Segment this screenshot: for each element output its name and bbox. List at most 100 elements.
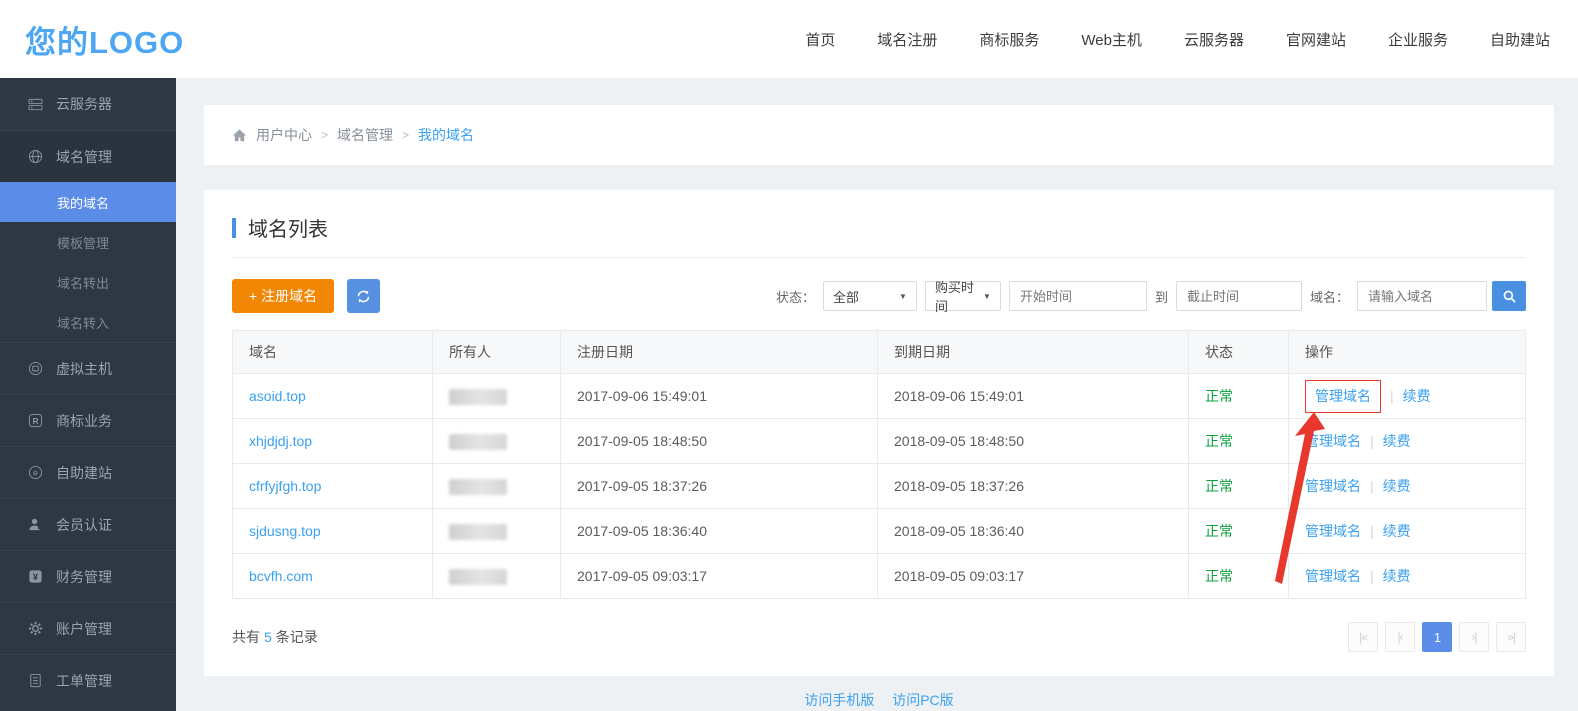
search-icon (1501, 288, 1517, 304)
status-badge: 正常 (1189, 554, 1289, 599)
gear-icon (27, 621, 43, 637)
status-filter-label: 状态： (776, 287, 815, 306)
register-date: 2017-09-06 15:49:01 (561, 374, 878, 419)
nav-self-build[interactable]: 自助建站 (1490, 29, 1550, 50)
domain-search-input[interactable] (1357, 281, 1487, 311)
top-header: 您的LOGO 首页 域名注册 商标服务 Web主机 云服务器 官网建站 企业服务… (0, 0, 1578, 78)
col-expire-date: 到期日期 (878, 331, 1189, 374)
breadcrumb-domain-management[interactable]: 域名管理 (337, 125, 393, 145)
owner-redacted (449, 434, 507, 450)
expire-date: 2018-09-05 18:37:26 (878, 464, 1189, 509)
manage-domain-link[interactable]: 管理域名 (1305, 568, 1361, 584)
status-badge: 正常 (1189, 374, 1289, 419)
renew-link[interactable]: 续费 (1383, 523, 1411, 539)
submenu-item-domain-transfer-out[interactable]: 域名转出 (0, 262, 176, 302)
sidebar-item-domain-management[interactable]: 域名管理 (0, 130, 176, 182)
sidebar-item-virtual-host[interactable]: 虚拟主机 (0, 342, 176, 394)
page-footer: 访问手机版 访问PC版 (204, 690, 1554, 710)
sidebar-item-finance-management[interactable]: ¥ 财务管理 (0, 550, 176, 602)
record-count: 共有5条记录 (232, 627, 318, 647)
site-logo[interactable]: 您的LOGO (25, 17, 184, 62)
annotation-highlight-box: 管理域名 (1305, 380, 1381, 413)
sidebar-item-trademark-business[interactable]: R 商标业务 (0, 394, 176, 446)
nav-trademark-service[interactable]: 商标服务 (979, 29, 1039, 50)
svg-text:R: R (32, 416, 38, 426)
register-date: 2017-09-05 18:36:40 (561, 509, 878, 554)
sidebar-item-label: 商标业务 (56, 411, 112, 431)
renew-link[interactable]: 续费 (1403, 388, 1431, 404)
pagination-first-button[interactable]: |« (1348, 622, 1378, 652)
submenu-item-domain-transfer-in[interactable]: 域名转入 (0, 302, 176, 342)
sidebar-item-member-verification[interactable]: 会员认证 (0, 498, 176, 550)
sidebar-item-work-order-management[interactable]: 工单管理 (0, 654, 176, 706)
search-button[interactable] (1492, 281, 1526, 311)
finance-icon: ¥ (27, 569, 43, 585)
end-time-input[interactable] (1176, 281, 1302, 311)
status-badge: 正常 (1189, 509, 1289, 554)
sidebar-item-label: 会员认证 (56, 515, 112, 535)
time-type-select[interactable]: 购买时间 ▼ (925, 281, 1001, 311)
nav-web-hosting[interactable]: Web主机 (1081, 29, 1142, 50)
submenu-item-my-domains[interactable]: 我的域名 (0, 182, 176, 222)
manage-domain-link[interactable]: 管理域名 (1305, 478, 1361, 494)
breadcrumb-separator: > (321, 128, 328, 142)
record-count-number: 5 (264, 629, 272, 645)
pagination: |« |‹ 1 ›| »| (1348, 622, 1526, 652)
renew-link[interactable]: 续费 (1383, 433, 1411, 449)
sidebar-item-account-management[interactable]: 账户管理 (0, 602, 176, 654)
pagination-next-button[interactable]: ›| (1459, 622, 1489, 652)
sidebar-item-label: 工单管理 (56, 671, 112, 691)
status-select[interactable]: 全部 ▼ (823, 281, 917, 311)
col-register-date: 注册日期 (561, 331, 878, 374)
breadcrumb-my-domains[interactable]: 我的域名 (418, 125, 474, 145)
host-icon (27, 361, 43, 377)
pagination-page-1[interactable]: 1 (1422, 622, 1452, 652)
nav-home[interactable]: 首页 (805, 29, 835, 50)
domain-link[interactable]: bcvfh.com (249, 568, 313, 584)
action-separator: | (1370, 568, 1374, 584)
manage-domain-link[interactable]: 管理域名 (1305, 433, 1361, 449)
renew-link[interactable]: 续费 (1383, 478, 1411, 494)
sidebar-item-label: 域名管理 (56, 147, 112, 167)
col-domain: 域名 (233, 331, 433, 374)
refresh-button[interactable] (347, 279, 380, 313)
domain-submenu: 我的域名 模板管理 域名转出 域名转入 (0, 182, 176, 342)
nav-enterprise-service[interactable]: 企业服务 (1388, 29, 1448, 50)
title-accent-bar (232, 218, 236, 238)
register-domain-button[interactable]: + 注册域名 (232, 279, 334, 313)
start-time-input[interactable] (1009, 281, 1147, 311)
sidebar-item-cloud-server[interactable]: 云服务器 (0, 78, 176, 130)
col-owner: 所有人 (433, 331, 561, 374)
sidebar-item-self-build[interactable]: e 自助建站 (0, 446, 176, 498)
manage-domain-link[interactable]: 管理域名 (1315, 388, 1371, 404)
pagination-last-button[interactable]: »| (1496, 622, 1526, 652)
action-separator: | (1370, 523, 1374, 539)
sidebar: 云服务器 域名管理 我的域名 模板管理 域名转出 域名转入 虚拟主机 R 商标业… (0, 78, 176, 711)
nav-website-building[interactable]: 官网建站 (1286, 29, 1346, 50)
manage-domain-link[interactable]: 管理域名 (1305, 523, 1361, 539)
owner-redacted (449, 389, 507, 405)
table-row: cfrfyjfgh.top 2017-09-05 18:37:26 2018-0… (233, 464, 1526, 509)
content-area: 用户中心 > 域名管理 > 我的域名 域名列表 + 注册域名 状态： (176, 78, 1578, 711)
home-icon (231, 127, 247, 143)
owner-redacted (449, 479, 507, 495)
nav-cloud-server[interactable]: 云服务器 (1184, 29, 1244, 50)
status-badge: 正常 (1189, 419, 1289, 464)
ticket-icon (27, 673, 43, 689)
member-icon (27, 517, 43, 533)
nav-domain-register[interactable]: 域名注册 (877, 29, 937, 50)
mobile-version-link[interactable]: 访问手机版 (804, 692, 874, 708)
page-title: 域名列表 (232, 213, 1526, 242)
table-header-row: 域名 所有人 注册日期 到期日期 状态 操作 (233, 331, 1526, 374)
breadcrumb-user-center[interactable]: 用户中心 (256, 125, 312, 145)
pc-version-link[interactable]: 访问PC版 (892, 692, 953, 708)
pagination-prev-button[interactable]: |‹ (1385, 622, 1415, 652)
submenu-item-template-management[interactable]: 模板管理 (0, 222, 176, 262)
renew-link[interactable]: 续费 (1383, 568, 1411, 584)
domain-link[interactable]: xhjdjdj.top (249, 433, 312, 449)
chevron-down-icon: ▼ (899, 292, 907, 301)
domain-link[interactable]: asoid.top (249, 388, 306, 404)
domain-link[interactable]: cfrfyjfgh.top (249, 478, 321, 494)
domain-link[interactable]: sjdusng.top (249, 523, 321, 539)
expire-date: 2018-09-05 18:48:50 (878, 419, 1189, 464)
